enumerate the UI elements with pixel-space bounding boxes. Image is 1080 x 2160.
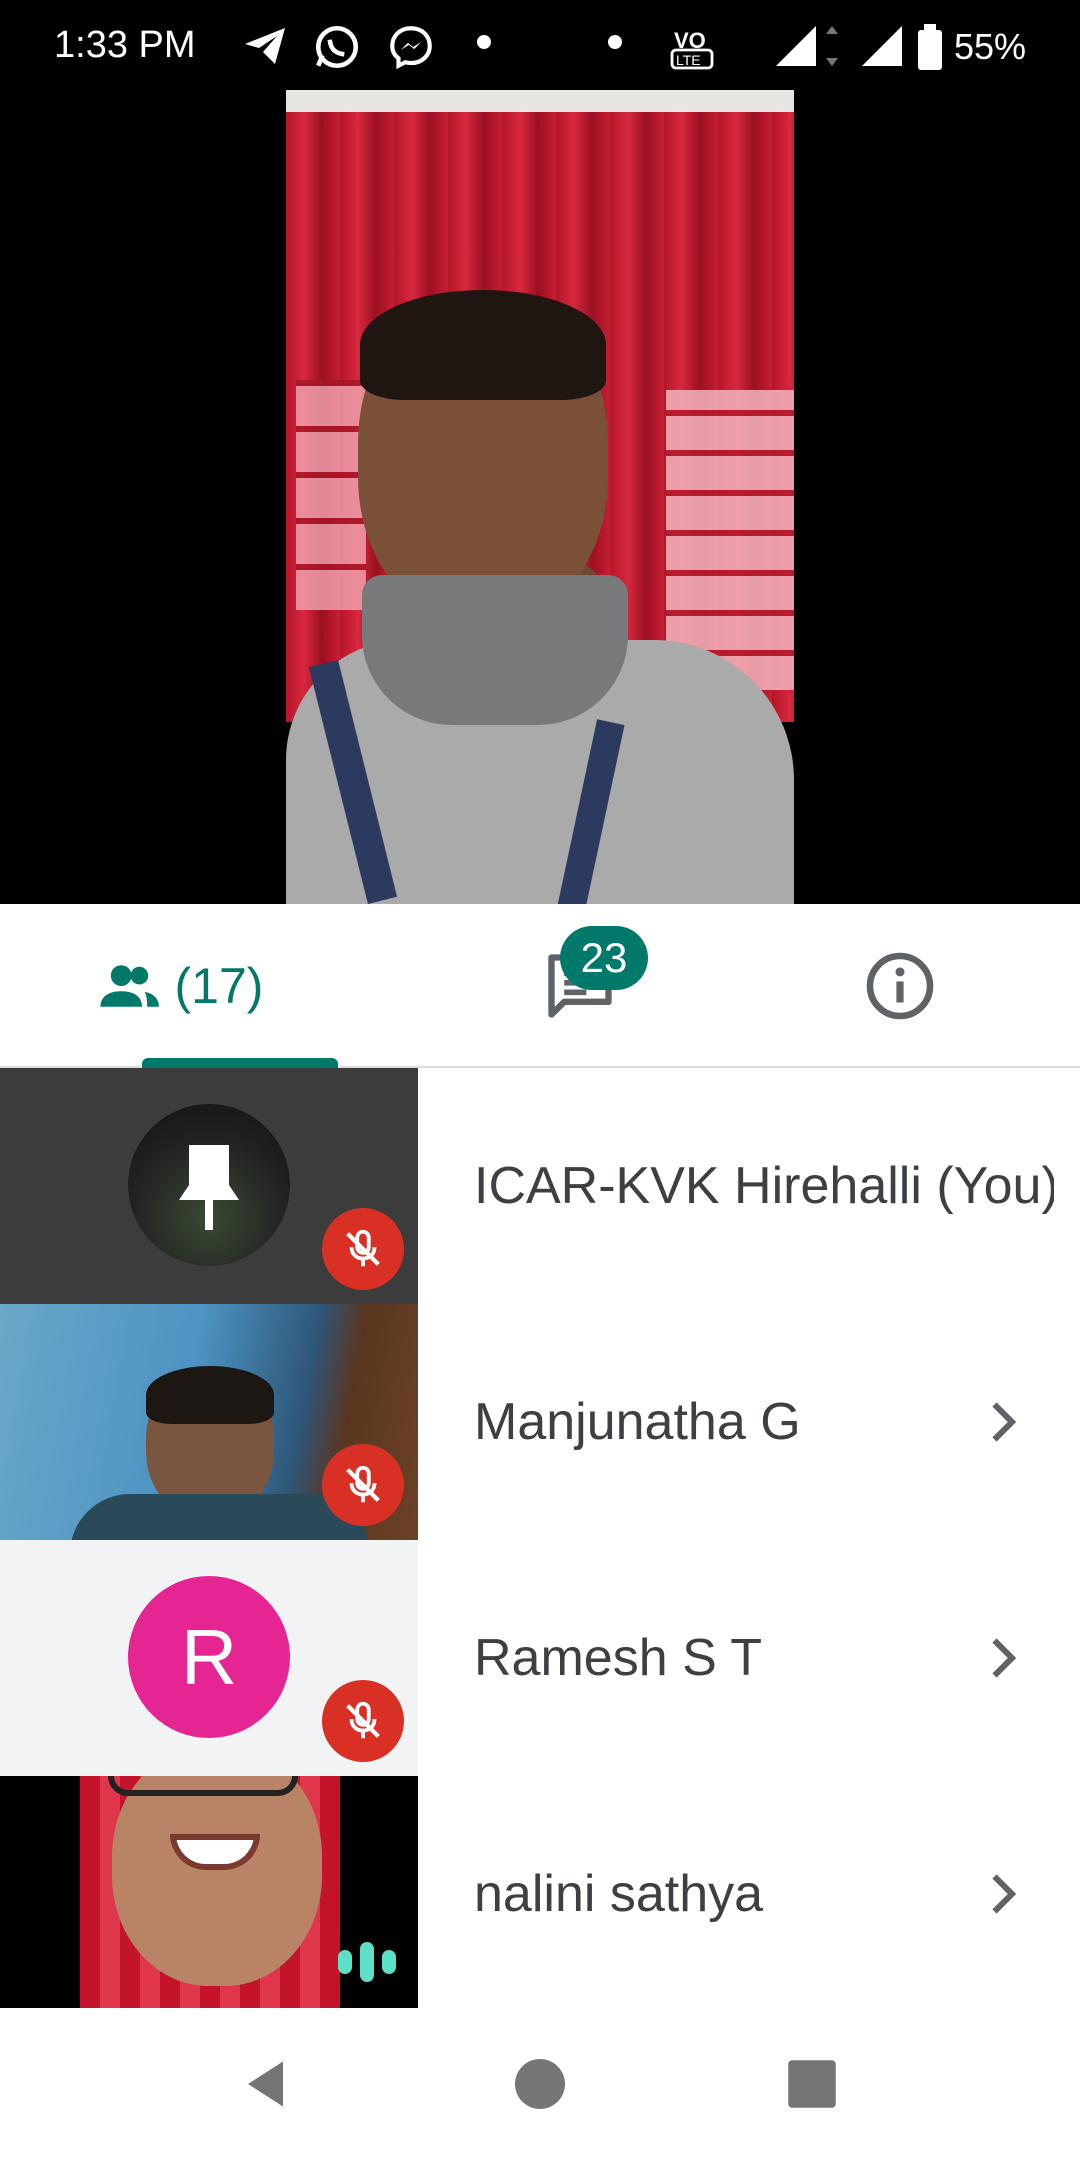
status-time: 1:33 PM: [54, 24, 196, 66]
battery-percent: 55%: [953, 26, 1026, 67]
signal-icon: [862, 26, 902, 66]
volte-icon: VOLTE: [670, 28, 714, 70]
status-bar: 1:33 PM VO LTE 55%: [0, 0, 1080, 92]
chevron-right-icon[interactable]: [972, 1392, 1032, 1452]
meeting-tabs: (17) 23: [0, 904, 1080, 1068]
participant-row[interactable]: R Ramesh S T: [0, 1540, 1080, 1776]
dot-icon: [608, 35, 622, 49]
participant-row[interactable]: nalini sathya: [0, 1776, 1080, 2012]
mic-off-icon: [346, 1701, 380, 1739]
avatar: [128, 1104, 290, 1266]
participant-name: Ramesh S T: [474, 1629, 763, 1687]
battery-icon: [918, 24, 942, 70]
participant-tile: R: [0, 1540, 418, 1776]
muted-indicator: [322, 1208, 404, 1290]
participant-tile: [0, 1776, 418, 2012]
svg-text:LTE: LTE: [676, 52, 701, 68]
participant-name: nalini sathya: [474, 1865, 764, 1923]
info-icon: [866, 952, 934, 1020]
mic-off-icon: [346, 1229, 380, 1267]
chevron-right-icon[interactable]: [972, 1628, 1032, 1688]
participant-tile: [0, 1304, 418, 1540]
whatsapp-icon: [315, 25, 359, 69]
avatar: R: [128, 1576, 290, 1738]
home-icon[interactable]: [510, 2054, 570, 2114]
people-icon: [99, 965, 159, 1007]
mic-off-icon: [346, 1465, 380, 1503]
pin-icon: [179, 1145, 239, 1230]
tab-info[interactable]: [840, 904, 960, 1068]
tab-people[interactable]: (17): [60, 904, 338, 1068]
participant-row[interactable]: ICAR-KVK Hirehalli (You): [0, 1068, 1080, 1304]
participant-tile: [0, 1068, 418, 1304]
tab-active-indicator: [142, 1058, 338, 1068]
telegram-icon: [245, 28, 285, 64]
muted-indicator: [322, 1680, 404, 1762]
main-video-area[interactable]: [0, 0, 1080, 904]
messenger-icon: [390, 26, 432, 70]
participant-name: Manjunatha G: [474, 1393, 801, 1451]
navigation-bar: [0, 2008, 1080, 2160]
back-icon[interactable]: [238, 2054, 298, 2114]
active-speaker-video[interactable]: [286, 0, 794, 904]
chevron-right-icon[interactable]: [972, 1864, 1032, 1924]
participant-count: (17): [174, 958, 264, 1014]
signal-icon: [776, 26, 838, 66]
participant-row[interactable]: Manjunatha G: [0, 1304, 1080, 1540]
muted-indicator: [322, 1444, 404, 1526]
dot-icon: [477, 35, 491, 49]
participant-name: ICAR-KVK Hirehalli (You): [474, 1157, 1054, 1215]
unread-chat-badge: 23: [560, 926, 648, 990]
speaking-indicator: [338, 1942, 396, 1982]
recents-icon[interactable]: [782, 2054, 842, 2114]
participant-list[interactable]: ICAR-KVK Hirehalli (You) Manjunatha G R …: [0, 1068, 1080, 2012]
